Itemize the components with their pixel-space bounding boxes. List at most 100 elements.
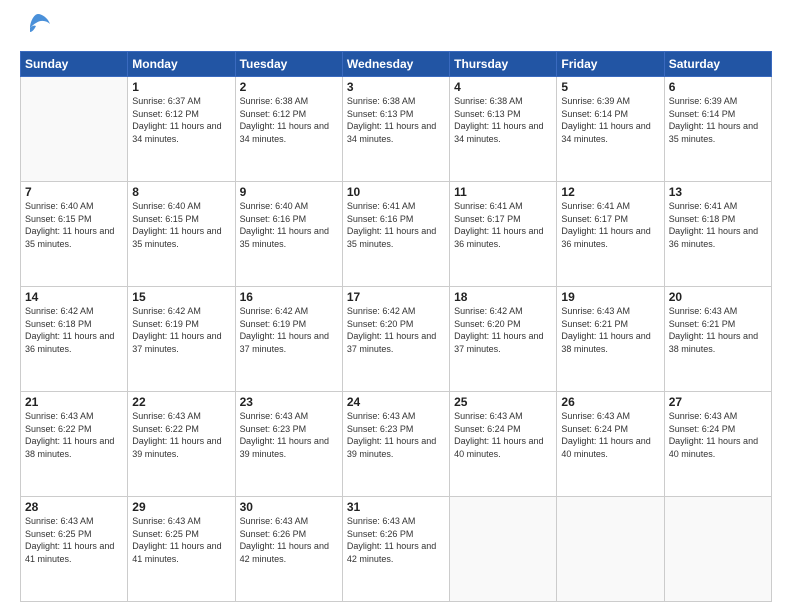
cell-info: Sunrise: 6:39 AM Sunset: 6:14 PM Daylight:…	[561, 95, 659, 145]
calendar-cell: 5 Sunrise: 6:39 AM Sunset: 6:14 PM Daylight…	[557, 77, 664, 182]
cell-info: Sunrise: 6:43 AMSunset: 6:23 PMDaylight:…	[347, 410, 445, 460]
sunrise-text: Sunrise: 6:42 AM	[240, 306, 309, 316]
sunrise-text: Sunrise: 6:43 AM	[25, 411, 94, 421]
daylight-text: Daylight: 11 hours and 39 minutes.	[240, 436, 329, 459]
daylight-text: Daylight: 11 hours and 36 minutes.	[561, 226, 650, 249]
cell-info: Sunrise: 6:40 AMSunset: 6:15 PMDaylight:…	[132, 200, 230, 250]
calendar-cell: 10Sunrise: 6:41 AMSunset: 6:16 PMDayligh…	[342, 182, 449, 287]
calendar-cell: 2Sunrise: 6:38 AMSunset: 6:12 PMDaylight…	[235, 77, 342, 182]
sunset-text: Sunset: 6:18 PM	[669, 214, 736, 224]
daylight-text: Daylight: 11 hours and 38 minutes.	[25, 436, 114, 459]
daylight-text: Daylight: 11 hours and 40 minutes.	[454, 436, 543, 459]
sunset-text: Sunset: 6:21 PM	[561, 319, 628, 329]
cell-info: Sunrise: 6:42 AMSunset: 6:18 PMDaylight:…	[25, 305, 123, 355]
daylight-text: Daylight: 11 hours and 36 minutes.	[669, 226, 758, 249]
calendar-week-3: 14Sunrise: 6:42 AMSunset: 6:18 PMDayligh…	[21, 287, 772, 392]
calendar-cell: 9Sunrise: 6:40 AMSunset: 6:16 PMDaylight…	[235, 182, 342, 287]
calendar-cell: 6Sunrise: 6:39 AMSunset: 6:14 PMDaylight…	[664, 77, 771, 182]
daylight-text: Daylight: 11 hours and 38 minutes.	[561, 331, 650, 354]
cell-info: Sunrise: 6:43 AMSunset: 6:25 PMDaylight:…	[25, 515, 123, 565]
sunset-text: Sunset: 6:15 PM	[25, 214, 92, 224]
sunrise-text: Sunrise: 6:41 AM	[669, 201, 738, 211]
cell-info: Sunrise: 6:38 AMSunset: 6:13 PMDaylight:…	[347, 95, 445, 145]
weekday-sunday: Sunday	[21, 52, 128, 77]
daylight-text: Daylight: 11 hours and 34 minutes.	[132, 121, 221, 144]
day-number: 13	[669, 185, 767, 199]
cell-info: Sunrise: 6:41 AM Sunset: 6:18 PM Daylight:…	[669, 200, 767, 250]
day-number: 25	[454, 395, 552, 409]
cell-info: Sunrise: 6:38 AMSunset: 6:13 PMDaylight:…	[454, 95, 552, 145]
calendar-cell: 15Sunrise: 6:42 AMSunset: 6:19 PMDayligh…	[128, 287, 235, 392]
daylight-text: Daylight: 11 hours and 35 minutes.	[25, 226, 114, 249]
sunrise-text: Sunrise: 6:43 AM	[561, 411, 630, 421]
day-number: 18	[454, 290, 552, 304]
daylight-text: Daylight: 11 hours and 42 minutes.	[347, 541, 436, 564]
day-number: 27	[669, 395, 767, 409]
sunrise-text: Sunrise: 6:43 AM	[669, 411, 738, 421]
day-number: 5	[561, 80, 659, 94]
sunrise-text: Sunrise: 6:43 AM	[669, 306, 738, 316]
sunrise-text: Sunrise: 6:43 AM	[132, 516, 201, 526]
day-number: 6	[669, 80, 767, 94]
day-number: 9	[240, 185, 338, 199]
sunrise-text: Sunrise: 6:43 AM	[347, 516, 416, 526]
sunrise-text: Sunrise: 6:38 AM	[454, 96, 523, 106]
day-number: 11	[454, 185, 552, 199]
sunset-text: Sunset: 6:13 PM	[454, 109, 521, 119]
daylight-text: Daylight: 11 hours and 39 minutes.	[347, 436, 436, 459]
sunset-text: Sunset: 6:25 PM	[132, 529, 199, 539]
sunset-text: Sunset: 6:12 PM	[240, 109, 307, 119]
daylight-text: Daylight: 11 hours and 34 minutes.	[240, 121, 329, 144]
sunrise-text: Sunrise: 6:42 AM	[454, 306, 523, 316]
sunset-text: Sunset: 6:26 PM	[347, 529, 414, 539]
cell-info: Sunrise: 6:42 AMSunset: 6:20 PMDaylight:…	[454, 305, 552, 355]
sunset-text: Sunset: 6:26 PM	[240, 529, 307, 539]
day-number: 8	[132, 185, 230, 199]
calendar-cell: 8Sunrise: 6:40 AMSunset: 6:15 PMDaylight…	[128, 182, 235, 287]
weekday-header-row: SundayMondayTuesdayWednesdayThursdayFrid…	[21, 52, 772, 77]
sunrise-text: Sunrise: 6:39 AM	[561, 96, 630, 106]
daylight-text: Daylight: 11 hours and 34 minutes.	[347, 121, 436, 144]
cell-info: Sunrise: 6:39 AMSunset: 6:14 PMDaylight:…	[669, 95, 767, 145]
cell-info: Sunrise: 6:43 AMSunset: 6:21 PMDaylight:…	[561, 305, 659, 355]
calendar-cell: 7Sunrise: 6:40 AMSunset: 6:15 PMDaylight…	[21, 182, 128, 287]
day-number: 31	[347, 500, 445, 514]
calendar-cell	[21, 77, 128, 182]
calendar-cell: 20Sunrise: 6:43 AMSunset: 6:21 PMDayligh…	[664, 287, 771, 392]
weekday-friday: Friday	[557, 52, 664, 77]
sunset-text: Sunset: 6:22 PM	[132, 424, 199, 434]
daylight-text: Daylight: 11 hours and 34 minutes.	[561, 121, 650, 144]
cell-info: Sunrise: 6:43 AMSunset: 6:23 PMDaylight:…	[240, 410, 338, 460]
cell-info: Sunrise: 6:43 AMSunset: 6:22 PMDaylight:…	[25, 410, 123, 460]
day-number: 29	[132, 500, 230, 514]
sunrise-text: Sunrise: 6:43 AM	[132, 411, 201, 421]
sunset-text: Sunset: 6:17 PM	[454, 214, 521, 224]
sunrise-text: Sunrise: 6:43 AM	[25, 516, 94, 526]
daylight-text: Daylight: 11 hours and 35 minutes.	[669, 121, 758, 144]
sunrise-text: Sunrise: 6:42 AM	[132, 306, 201, 316]
header	[20, 16, 772, 43]
calendar-cell: 23Sunrise: 6:43 AMSunset: 6:23 PMDayligh…	[235, 392, 342, 497]
sunset-text: Sunset: 6:14 PM	[561, 109, 628, 119]
day-number: 24	[347, 395, 445, 409]
calendar-cell: 13 Sunrise: 6:41 AM Sunset: 6:18 PM Dayligh…	[664, 182, 771, 287]
calendar-cell: 25Sunrise: 6:43 AMSunset: 6:24 PMDayligh…	[450, 392, 557, 497]
day-number: 12	[561, 185, 659, 199]
daylight-text: Daylight: 11 hours and 36 minutes.	[454, 226, 543, 249]
sunrise-text: Sunrise: 6:43 AM	[240, 516, 309, 526]
day-number: 22	[132, 395, 230, 409]
calendar-week-2: 7Sunrise: 6:40 AMSunset: 6:15 PMDaylight…	[21, 182, 772, 287]
sunrise-text: Sunrise: 6:41 AM	[561, 201, 630, 211]
sunrise-text: Sunrise: 6:41 AM	[347, 201, 416, 211]
day-number: 3	[347, 80, 445, 94]
calendar-cell: 11Sunrise: 6:41 AMSunset: 6:17 PMDayligh…	[450, 182, 557, 287]
daylight-text: Daylight: 11 hours and 41 minutes.	[132, 541, 221, 564]
logo	[20, 16, 52, 43]
sunset-text: Sunset: 6:18 PM	[25, 319, 92, 329]
sunrise-text: Sunrise: 6:40 AM	[25, 201, 94, 211]
weekday-thursday: Thursday	[450, 52, 557, 77]
sunrise-text: Sunrise: 6:37 AM	[132, 96, 201, 106]
cell-info: Sunrise: 6:37 AMSunset: 6:12 PMDaylight:…	[132, 95, 230, 145]
calendar-week-4: 21Sunrise: 6:43 AMSunset: 6:22 PMDayligh…	[21, 392, 772, 497]
day-number: 28	[25, 500, 123, 514]
